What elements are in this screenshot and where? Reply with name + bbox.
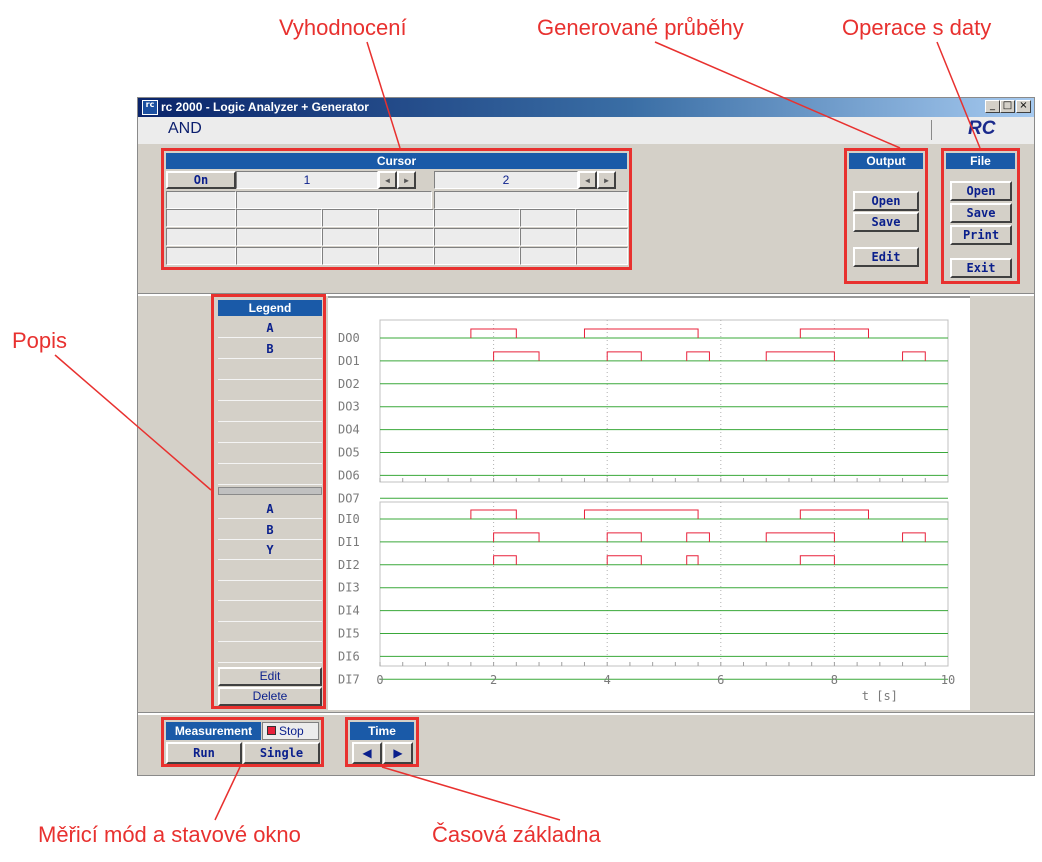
leader-casova [381,766,561,821]
leader-merici [214,766,241,821]
leader-vyhodnoceni [366,41,401,149]
leader-popis [54,354,212,491]
leader-operace [936,41,981,149]
callout-leader-lines [54,41,981,821]
leader-generovane [654,41,901,149]
